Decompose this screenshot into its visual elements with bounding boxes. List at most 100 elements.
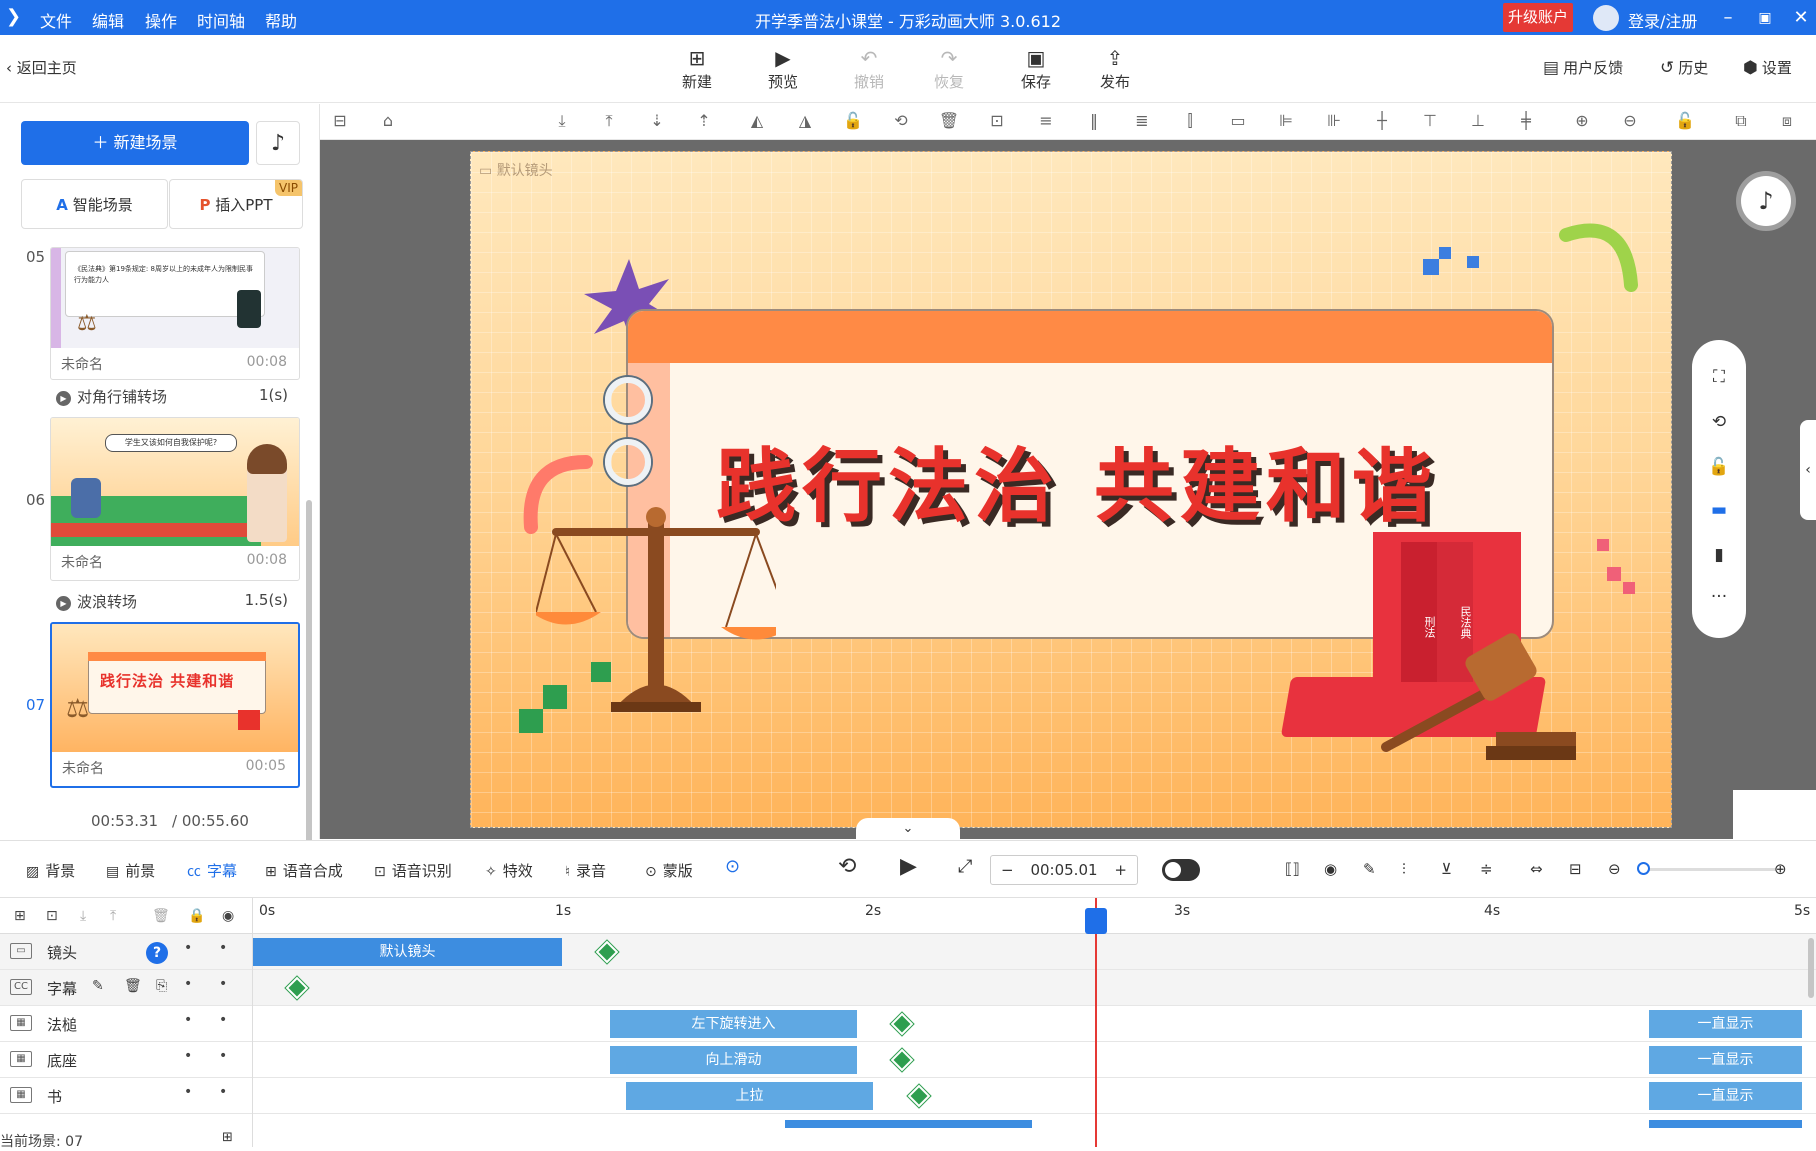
background-button[interactable]: ▨ 背景 <box>26 860 75 881</box>
flip-v-icon[interactable]: ◮ <box>794 110 816 132</box>
focus-icon[interactable]: ⊡ <box>986 110 1008 132</box>
align-vcenter-icon[interactable]: ╪ <box>1515 110 1537 132</box>
track-dot[interactable]: • <box>219 976 227 992</box>
move-down-icon[interactable]: ⇣ <box>646 110 668 132</box>
center-icon[interactable]: ┼ <box>1371 110 1393 132</box>
unlock-icon[interactable]: 🔓 <box>1674 110 1696 132</box>
minus-icon[interactable]: − <box>1001 856 1014 884</box>
tts-button[interactable]: ⊞ 语音合成 <box>265 860 343 881</box>
mini-map[interactable] <box>1733 790 1816 839</box>
edit-icon[interactable]: ✎ <box>92 978 104 994</box>
lock-icon[interactable]: 🔒 <box>188 908 205 924</box>
new-scene-button[interactable]: ＋ 新建场景 <box>21 121 249 165</box>
zoom-in-icon[interactable]: ⊕ <box>1774 860 1787 878</box>
upgrade-button[interactable]: 升级账户 <box>1503 3 1573 32</box>
move-down-icon[interactable]: ⤓ <box>80 908 86 924</box>
align-center-icon[interactable]: ‖ <box>1083 110 1105 132</box>
replay-icon[interactable]: ⟲ <box>838 854 856 879</box>
save-button[interactable]: ▣ 保存 <box>1006 45 1066 92</box>
login-link[interactable]: 登录/注册 <box>1628 8 1697 32</box>
preview-button[interactable]: ▶ 预览 <box>753 45 813 92</box>
close-icon[interactable]: ✕ <box>1786 4 1816 32</box>
play-icon[interactable]: ▶ <box>900 854 917 879</box>
subtitle-button[interactable]: ㏄字幕 <box>187 860 237 881</box>
track-row-lens[interactable]: ▭ 镜头 ? • • 默认镜头 <box>0 934 1816 970</box>
asr-button[interactable]: ⊡ 语音识别 <box>374 860 452 881</box>
sliders-icon[interactable]: ≑ <box>1480 860 1493 878</box>
track-dot[interactable]: • <box>184 976 192 992</box>
more-icon[interactable]: ··· <box>1707 585 1731 609</box>
animation-clip[interactable]: 向上滑动 <box>610 1046 857 1074</box>
home-icon[interactable]: ⌂ <box>377 110 399 132</box>
add-keyframe-icon[interactable] <box>890 1048 914 1072</box>
add-layer-icon[interactable]: ⊡ <box>46 908 58 924</box>
rotate-icon[interactable]: ⟲ <box>890 110 912 132</box>
always-show-clip[interactable]: 一直显示 <box>1649 1046 1802 1074</box>
camera-icon[interactable]: ◉ <box>1324 860 1337 878</box>
scene-card-05[interactable]: 《民法典》第19条规定: 8周岁以上的未成年人为限制民事行为能力人 ⚖ 未命名 0… <box>50 247 300 380</box>
zoom-slider-track[interactable] <box>1644 868 1776 871</box>
zoom-slider-knob[interactable] <box>1637 862 1650 875</box>
delete-icon[interactable]: 🗑 <box>938 110 960 132</box>
plus-icon[interactable]: + <box>1114 856 1127 884</box>
always-show-clip[interactable]: 一直显示 <box>1649 1010 1802 1038</box>
stage-headline[interactable]: 践行法治 共建和谐 <box>716 422 1438 538</box>
move-up-icon[interactable]: ⤒ <box>110 908 116 924</box>
lock-icon[interactable]: 🔓 <box>842 110 864 132</box>
help-icon[interactable]: ? <box>146 942 168 964</box>
track-dot[interactable]: • <box>219 1084 227 1100</box>
transition-item[interactable]: ▶ 对角行铺转场 1(s) <box>56 386 296 407</box>
track-row-base[interactable]: ▦ 底座 • • 向上滑动 一直显示 <box>0 1042 1816 1078</box>
track-dot[interactable]: • <box>219 1012 227 1028</box>
bring-bottom-icon[interactable]: ⤓ <box>551 110 573 132</box>
panel-icon[interactable]: ⊞ <box>222 1130 233 1145</box>
back-home-link[interactable]: ‹ 返回主页 <box>6 57 77 78</box>
bg-music-float-button[interactable]: ♪ <box>1741 176 1791 226</box>
track-row-gavel[interactable]: ▦ 法槌 • • 左下旋转进入 一直显示 <box>0 1006 1816 1042</box>
stage-canvas[interactable]: ▭ 默认镜头 刑法 民法典 践行法治 共建和谐 <box>470 151 1672 828</box>
new-button[interactable]: ⊞ 新建 <box>667 45 727 92</box>
settings-link[interactable]: ⬢ 设置 <box>1743 57 1792 78</box>
delete-icon[interactable]: 🗑 <box>124 978 142 994</box>
track-dot[interactable]: • <box>184 1048 192 1064</box>
minimize-icon[interactable]: – <box>1713 4 1743 32</box>
unlock-icon[interactable]: 🔓 <box>1707 455 1731 479</box>
bracket-icon[interactable]: ⟦⟧ <box>1285 860 1300 878</box>
track-row-subtitle[interactable]: CC 字幕 ✎ 🗑 ⎘ • • <box>0 970 1816 1006</box>
undo-button[interactable]: ↶ 撤销 <box>839 45 899 92</box>
record-button[interactable]: ♮ 录音 <box>565 860 606 881</box>
rotate-icon[interactable]: ⟲ <box>1707 410 1731 434</box>
eye-icon[interactable]: ◉ <box>222 908 234 924</box>
expand-icon[interactable]: ⤢ <box>958 856 972 877</box>
scene-scrollbar[interactable] <box>306 500 312 882</box>
effects-button[interactable]: ✧ 特效 <box>485 860 533 881</box>
toggle-switch[interactable] <box>1162 859 1200 881</box>
distribute-h-icon[interactable]: ⫿ <box>1179 110 1201 132</box>
collapse-timeline-button[interactable]: ⌄ <box>856 818 960 840</box>
paste-icon[interactable]: ⧈ <box>1776 110 1798 132</box>
redo-button[interactable]: ↷ 恢复 <box>919 45 979 92</box>
add-keyframe-icon[interactable] <box>890 1012 914 1036</box>
mobile-icon[interactable]: ▮ <box>1707 543 1731 567</box>
align-left-icon[interactable]: ≡ <box>1035 110 1057 132</box>
track-dot[interactable]: • <box>219 1048 227 1064</box>
filter-icon[interactable]: ⊻ <box>1441 860 1452 878</box>
flip-h-icon[interactable]: ◭ <box>746 110 768 132</box>
scene-card-07[interactable]: 践行法治 共建和谐 ⚖ 未命名 00:05 <box>50 622 300 788</box>
animation-clip[interactable]: 左下旋转进入 <box>610 1010 857 1038</box>
collapse-right-panel-button[interactable]: ‹ <box>1800 420 1816 520</box>
user-avatar-icon[interactable] <box>1593 5 1619 31</box>
time-ruler[interactable]: 0s 1s 2s 3s 4s 5s <box>253 898 1816 934</box>
track-dot[interactable]: • <box>184 1012 192 1028</box>
timeline-scrollbar[interactable] <box>1808 938 1814 998</box>
transition-item[interactable]: ▶ 波浪转场 1.5(s) <box>56 591 296 612</box>
fullscreen-icon[interactable]: ⛶ <box>1707 365 1731 389</box>
copy-icon[interactable]: ⧉ <box>1730 110 1752 132</box>
mask-button[interactable]: ⊙ 蒙版 <box>645 860 693 881</box>
edit-icon[interactable]: ✎ <box>1363 860 1376 878</box>
add-keyframe-icon[interactable] <box>285 976 309 1000</box>
zoom-out-icon[interactable]: ⊖ <box>1619 110 1641 132</box>
one-to-one-icon[interactable]: ⊟ <box>1569 860 1582 878</box>
time-stepper[interactable]: −00:05.01 + <box>990 855 1138 885</box>
add-keyframe-icon[interactable] <box>595 940 619 964</box>
